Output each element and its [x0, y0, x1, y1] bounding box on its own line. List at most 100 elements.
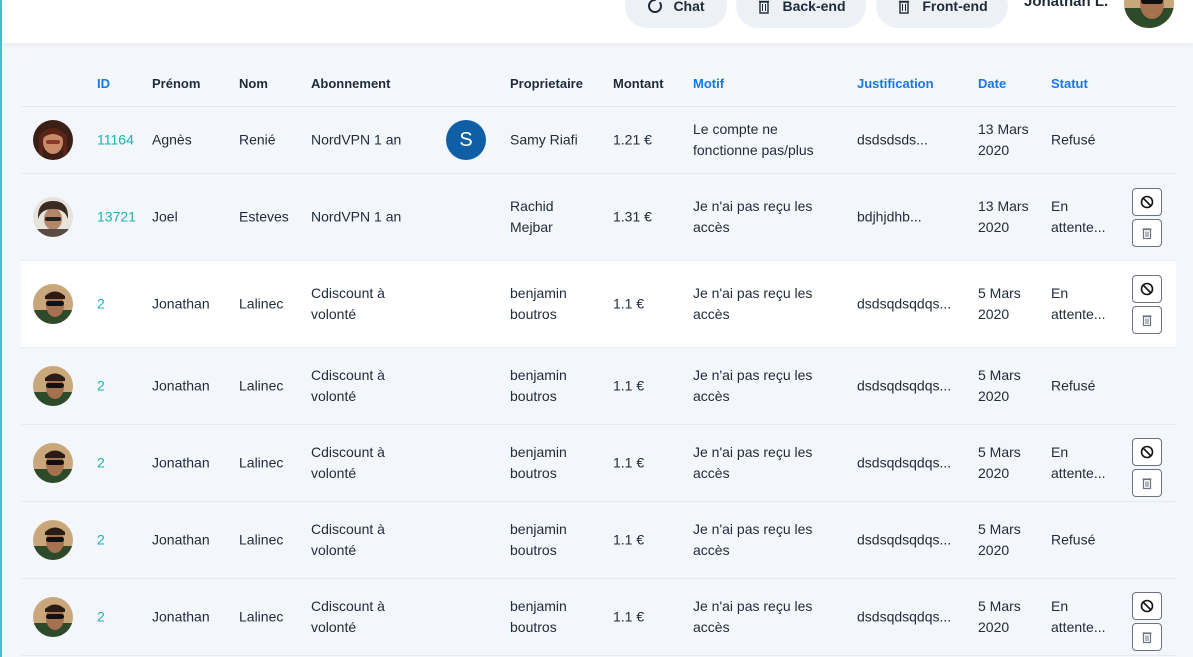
header-justification[interactable]: Justification	[857, 76, 934, 91]
block-button[interactable]	[1132, 592, 1162, 620]
block-button[interactable]	[1132, 438, 1162, 466]
avatar-image	[1124, 0, 1174, 28]
header-nom: Nom	[239, 76, 268, 91]
row-montant: 1.1 €	[613, 454, 645, 471]
row-abonnement: Cdiscount à volonté	[311, 285, 385, 322]
row-motif: Je n'ai pas reçu les accès	[693, 598, 813, 635]
table-row[interactable]: 2 Jonathan Lalinec Cdiscount à volonté b…	[21, 502, 1176, 579]
backend-button[interactable]: Back-end	[736, 0, 866, 28]
frontend-button[interactable]: Front-end	[876, 0, 1008, 28]
block-icon	[1140, 195, 1154, 209]
user-name[interactable]: Jonathan L.	[1024, 0, 1108, 10]
block-button[interactable]	[1132, 188, 1162, 216]
trash-icon	[1142, 315, 1152, 327]
frontend-label: Front-end	[922, 0, 988, 14]
row-id[interactable]: 2	[97, 530, 105, 551]
table-row[interactable]: 2 Jonathan Lalinec Cdiscount à volonté b…	[21, 348, 1176, 425]
row-justification: dsdsqdsqdqs...	[857, 454, 952, 471]
row-justification: dsdsqdsqdqs...	[857, 608, 952, 625]
row-justification: dsdsqdsqdqs...	[857, 377, 952, 394]
row-motif: Je n'ai pas reçu les accès	[693, 285, 813, 322]
row-id[interactable]: 11164	[97, 130, 134, 151]
table-row[interactable]: 11164 Agnès Renié NordVPN 1 an S Samy Ri…	[21, 107, 1176, 174]
row-nom: Lalinec	[239, 454, 284, 471]
row-prenom: Jonathan	[152, 531, 210, 548]
row-motif: Je n'ai pas reçu les accès	[693, 444, 813, 481]
table-row[interactable]: 13721 Joel Esteves NordVPN 1 an Rachid M…	[21, 174, 1176, 261]
avatar	[33, 597, 73, 637]
row-date: 13 Mars 2020	[978, 198, 1029, 235]
row-proprietaire: benjamin boutros	[510, 285, 567, 322]
row-date: 5 Mars 2020	[978, 444, 1021, 481]
delete-button[interactable]	[1132, 469, 1162, 497]
chat-icon	[648, 0, 663, 13]
avatar	[33, 120, 73, 160]
row-statut: Refusé	[1051, 531, 1096, 548]
avatar	[33, 284, 73, 324]
row-abonnement: NordVPN 1 an	[311, 208, 402, 225]
row-montant: 1.21 €	[613, 131, 652, 148]
row-proprietaire: benjamin boutros	[510, 521, 567, 558]
header-motif[interactable]: Motif	[693, 76, 724, 91]
row-justification: dsdsqdsqdqs...	[857, 295, 952, 312]
user-avatar[interactable]	[1124, 0, 1174, 28]
row-motif: Je n'ai pas reçu les accès	[693, 198, 813, 235]
header-date[interactable]: Date	[978, 76, 1006, 91]
trash-icon	[1142, 632, 1152, 644]
row-statut: En attente...	[1051, 444, 1106, 481]
row-proprietaire: benjamin boutros	[510, 444, 567, 481]
trash-icon	[1142, 228, 1152, 240]
avatar	[33, 197, 73, 237]
row-abonnement: Cdiscount à volonté	[311, 521, 385, 558]
row-date: 5 Mars 2020	[978, 285, 1021, 322]
top-bar: Chat Back-end Front-end Jonathan L.	[2, 0, 1193, 43]
claims-table: ID Prénom Nom Abonnement Proprietaire Mo…	[21, 62, 1176, 656]
table-row[interactable]: 2 Jonathan Lalinec Cdiscount à volonté b…	[21, 425, 1176, 502]
row-montant: 1.1 €	[613, 295, 645, 312]
row-statut: En attente...	[1051, 285, 1106, 322]
row-id[interactable]: 2	[97, 453, 105, 474]
table-row[interactable]: 2 Jonathan Lalinec Cdiscount à volonté b…	[21, 261, 1176, 348]
row-nom: Lalinec	[239, 531, 284, 548]
row-nom: Renié	[239, 131, 276, 148]
row-id[interactable]: 2	[97, 294, 105, 315]
row-montant: 1.31 €	[613, 208, 652, 225]
row-nom: Lalinec	[239, 377, 284, 394]
row-justification: bdjhjdhb...	[857, 208, 922, 225]
row-motif: Le compte ne fonctionne pas/plus	[693, 121, 814, 158]
header-proprietaire: Proprietaire	[510, 76, 583, 91]
block-button[interactable]	[1132, 275, 1162, 303]
delete-button[interactable]	[1132, 623, 1162, 651]
header-montant: Montant	[613, 76, 664, 91]
row-id[interactable]: 13721	[97, 207, 136, 228]
row-abonnement: Cdiscount à volonté	[311, 444, 385, 481]
block-icon	[1140, 599, 1154, 613]
row-proprietaire: benjamin boutros	[510, 367, 567, 404]
delete-button[interactable]	[1132, 306, 1162, 334]
row-proprietaire: benjamin boutros	[510, 598, 567, 635]
row-montant: 1.1 €	[613, 531, 645, 548]
avatar	[33, 443, 73, 483]
row-justification: dsdsqdsqdqs...	[857, 531, 952, 548]
delete-button[interactable]	[1132, 219, 1162, 247]
chat-button[interactable]: Chat	[625, 0, 727, 28]
header-statut[interactable]: Statut	[1051, 76, 1088, 91]
row-justification: dsdsdsds...	[857, 131, 928, 148]
table-header: ID Prénom Nom Abonnement Proprietaire Mo…	[21, 62, 1176, 107]
block-icon	[1140, 282, 1154, 296]
block-icon	[1140, 445, 1154, 459]
row-proprietaire: Rachid Mejbar	[510, 198, 554, 235]
row-motif: Je n'ai pas reçu les accès	[693, 521, 813, 558]
header-abonnement: Abonnement	[311, 76, 391, 91]
row-nom: Lalinec	[239, 608, 284, 625]
header-id[interactable]: ID	[97, 76, 110, 91]
row-proprietaire: Samy Riafi	[510, 131, 578, 148]
row-abonnement: NordVPN 1 an	[311, 131, 402, 148]
trash-icon	[759, 0, 770, 14]
table-row[interactable]: 2 Jonathan Lalinec Cdiscount à volonté b…	[21, 579, 1176, 656]
row-id[interactable]: 2	[97, 607, 105, 628]
trash-icon	[1142, 478, 1152, 490]
row-id[interactable]: 2	[97, 376, 105, 397]
row-montant: 1.1 €	[613, 377, 645, 394]
left-accent-border	[0, 0, 2, 657]
